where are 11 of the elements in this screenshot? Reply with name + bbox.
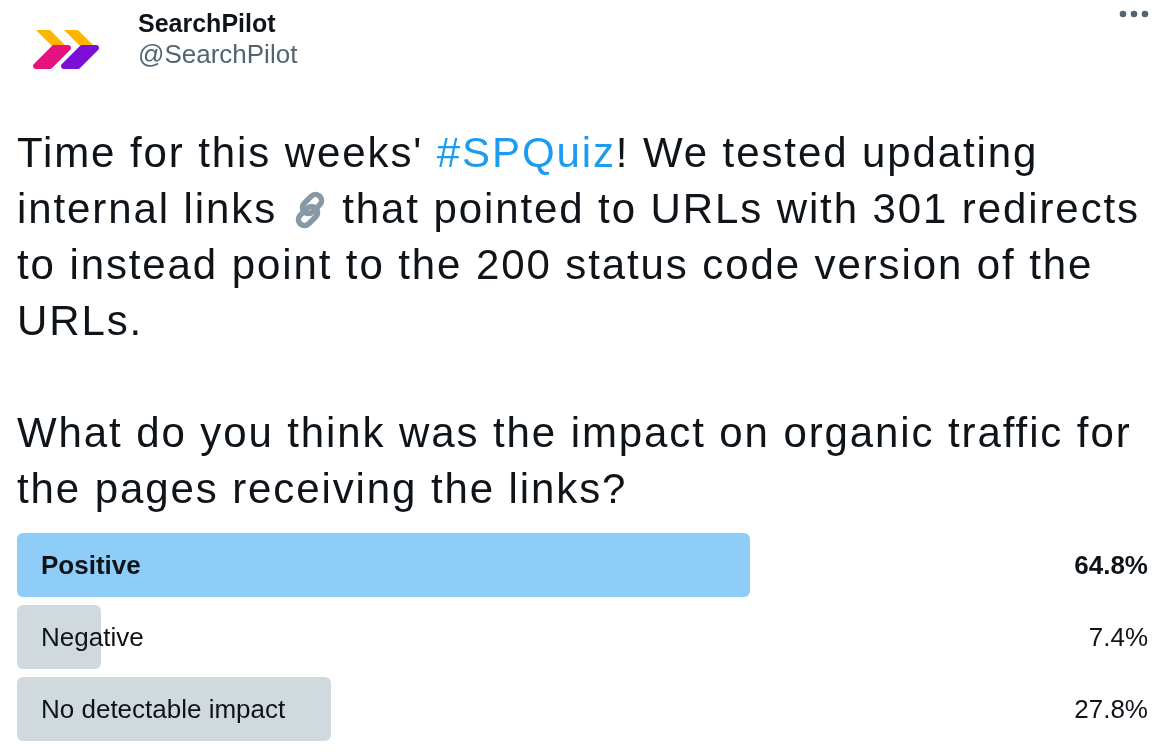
tweet-text: Time for this weeks' #SPQuiz! We tested updating internal links that pointed to URLs with 301 redirects to instead point to the 200 status code version of the URLs. xyxy=(17,128,1141,346)
more-icon[interactable] xyxy=(1119,10,1149,18)
author-name[interactable]: SearchPilot xyxy=(138,8,298,38)
poll-option: Negative xyxy=(17,621,144,653)
tweet-text: What do you think was the impact on organic traffic for the pages receiving the links? xyxy=(17,408,1133,514)
poll-option: Positive xyxy=(17,549,141,581)
poll-percent: 7.4% xyxy=(1088,621,1148,653)
poll-percent: 64.8% xyxy=(1074,549,1148,581)
poll-percent: 27.8% xyxy=(1074,693,1148,725)
author-handle[interactable]: @SearchPilot xyxy=(138,38,298,70)
poll-option: No detectable impact xyxy=(17,693,286,725)
